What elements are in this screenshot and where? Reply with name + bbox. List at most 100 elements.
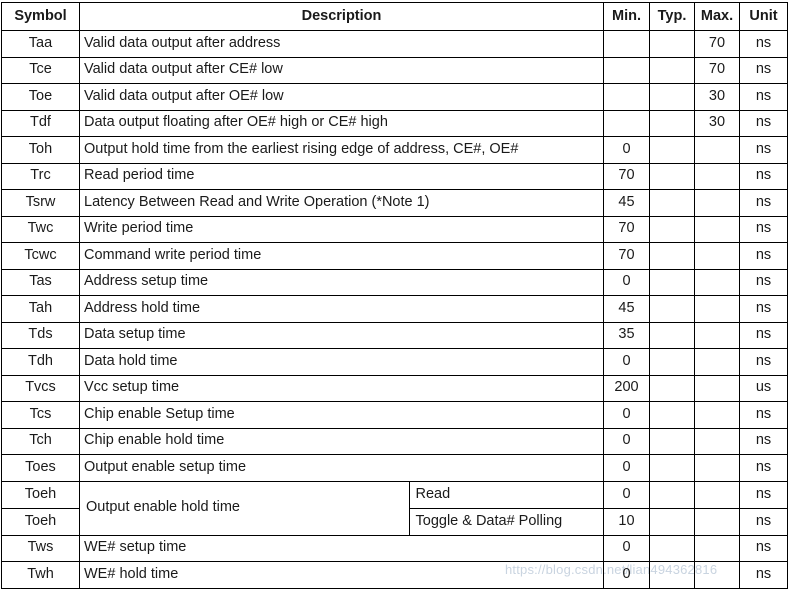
cell-description: Valid data output after address xyxy=(79,30,604,58)
cell-max xyxy=(694,295,740,323)
cell-typ xyxy=(649,561,695,589)
cell-typ xyxy=(649,136,695,164)
table-row: Tcwc Command write period time 70 ns xyxy=(1,242,788,270)
cell-typ xyxy=(649,242,695,270)
cell-min: 0 xyxy=(603,454,650,482)
cell-min: 35 xyxy=(603,321,650,349)
cell-typ xyxy=(649,480,695,509)
cell-symbol: Tdf xyxy=(1,109,80,137)
cell-min: 0 xyxy=(603,427,650,455)
cell-description: Output hold time from the earliest risin… xyxy=(79,136,604,164)
cell-typ xyxy=(649,507,695,536)
ac-characteristics-table: Symbol Description Min. Typ. Max. Unit T… xyxy=(1,2,788,589)
cell-description: Chip enable Setup time xyxy=(79,401,604,429)
cell-typ xyxy=(649,30,695,58)
cell-max xyxy=(694,136,740,164)
condition-column: Read Toggle & Data# Polling xyxy=(409,482,603,534)
cell-typ xyxy=(649,534,695,562)
cell-unit: ns xyxy=(739,83,788,111)
cell-description: Chip enable hold time xyxy=(79,427,604,455)
cell-max xyxy=(694,454,740,482)
cell-min xyxy=(603,56,650,84)
cell-max xyxy=(694,162,740,190)
cell-min: 10 xyxy=(603,507,650,536)
cell-description: Address hold time xyxy=(79,295,604,323)
cell-max xyxy=(694,189,740,217)
cell-symbol: Tah xyxy=(1,295,80,323)
cell-min: 0 xyxy=(603,534,650,562)
cell-description: Write period time xyxy=(79,215,604,243)
cell-description: Command write period time xyxy=(79,242,604,270)
cell-symbol: Twh xyxy=(1,561,80,589)
cell-condition: Toggle & Data# Polling xyxy=(415,512,563,529)
table-row: Tvcs Vcc setup time 200 us xyxy=(1,374,788,402)
cell-symbol: Toeh xyxy=(1,480,80,509)
cell-description: Address setup time xyxy=(79,268,604,296)
cell-symbol: Tws xyxy=(1,534,80,562)
cell-description: WE# hold time xyxy=(79,561,604,589)
table-row: Trc Read period time 70 ns xyxy=(1,162,788,190)
cell-symbol: Taa xyxy=(1,30,80,58)
table-row: Toh Output hold time from the earliest ri… xyxy=(1,136,788,164)
column-header-description: Description xyxy=(79,2,604,31)
cell-max xyxy=(694,321,740,349)
cell-unit: ns xyxy=(739,480,788,509)
cell-typ xyxy=(649,295,695,323)
cell-typ xyxy=(649,162,695,190)
cell-max: 70 xyxy=(694,56,740,84)
cell-typ xyxy=(649,83,695,111)
cell-unit: ns xyxy=(739,109,788,137)
table-row: Tas Address setup time 0 ns xyxy=(1,268,788,296)
cell-unit: ns xyxy=(739,30,788,58)
table-row: Tdh Data hold time 0 ns xyxy=(1,348,788,376)
cell-max xyxy=(694,534,740,562)
cell-condition: Read xyxy=(409,482,603,509)
cell-symbol: Tcwc xyxy=(1,242,80,270)
table-row: Tdf Data output floating after OE# high o… xyxy=(1,109,788,137)
table-body: Taa Valid data output after address 70 ns Tc… xyxy=(1,30,788,589)
cell-unit: ns xyxy=(739,348,788,376)
table-row: Toe Valid data output after OE# low 30 ns xyxy=(1,83,788,111)
table-header-row: Symbol Description Min. Typ. Max. Unit xyxy=(1,2,788,31)
table-row: Tah Address hold time 45 ns xyxy=(1,295,788,323)
cell-typ xyxy=(649,321,695,349)
table-row: Twc Write period time 70 ns xyxy=(1,215,788,243)
cell-unit: ns xyxy=(739,189,788,217)
cell-max: 70 xyxy=(694,30,740,58)
cell-description: Valid data output after CE# low xyxy=(79,56,604,84)
cell-max xyxy=(694,242,740,270)
cell-symbol: Trc xyxy=(1,162,80,190)
cell-description: Data setup time xyxy=(79,321,604,349)
cell-description: WE# setup time xyxy=(79,534,604,562)
cell-unit: ns xyxy=(739,427,788,455)
cell-symbol: Toe xyxy=(1,83,80,111)
cell-unit: ns xyxy=(739,454,788,482)
cell-min: 200 xyxy=(603,374,650,402)
table-row: Tds Data setup time 35 ns xyxy=(1,321,788,349)
cell-description: Read period time xyxy=(79,162,604,190)
cell-max xyxy=(694,215,740,243)
cell-symbol: Tds xyxy=(1,321,80,349)
cell-unit: us xyxy=(739,374,788,402)
table-row: Tws WE# setup time 0 ns xyxy=(1,534,788,562)
cell-max xyxy=(694,427,740,455)
cell-min: 45 xyxy=(603,189,650,217)
cell-max xyxy=(694,561,740,589)
cell-max xyxy=(694,374,740,402)
column-header-unit: Unit xyxy=(739,2,788,31)
cell-symbol: Toeh xyxy=(1,507,80,536)
cell-min: 45 xyxy=(603,295,650,323)
cell-description: Vcc setup time xyxy=(79,374,604,402)
cell-min: 0 xyxy=(603,136,650,164)
cell-unit: ns xyxy=(739,507,788,536)
cell-symbol: Tsrw xyxy=(1,189,80,217)
cell-max xyxy=(694,348,740,376)
cell-min xyxy=(603,83,650,111)
cell-symbol: Tas xyxy=(1,268,80,296)
cell-typ xyxy=(649,189,695,217)
cell-unit: ns xyxy=(739,56,788,84)
cell-typ xyxy=(649,374,695,402)
cell-max xyxy=(694,401,740,429)
cell-unit: ns xyxy=(739,401,788,429)
cell-typ xyxy=(649,401,695,429)
